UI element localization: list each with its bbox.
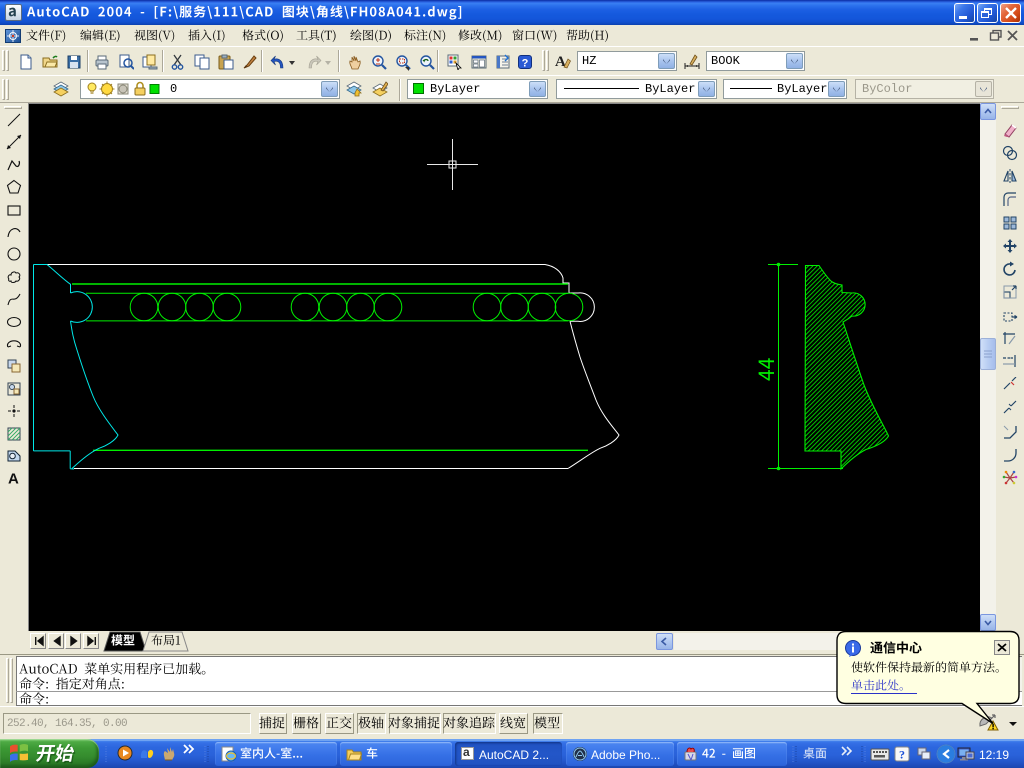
svg-text:?: ? [899, 748, 905, 762]
svg-text:?: ? [522, 58, 529, 70]
svg-text:A: A [8, 471, 19, 487]
